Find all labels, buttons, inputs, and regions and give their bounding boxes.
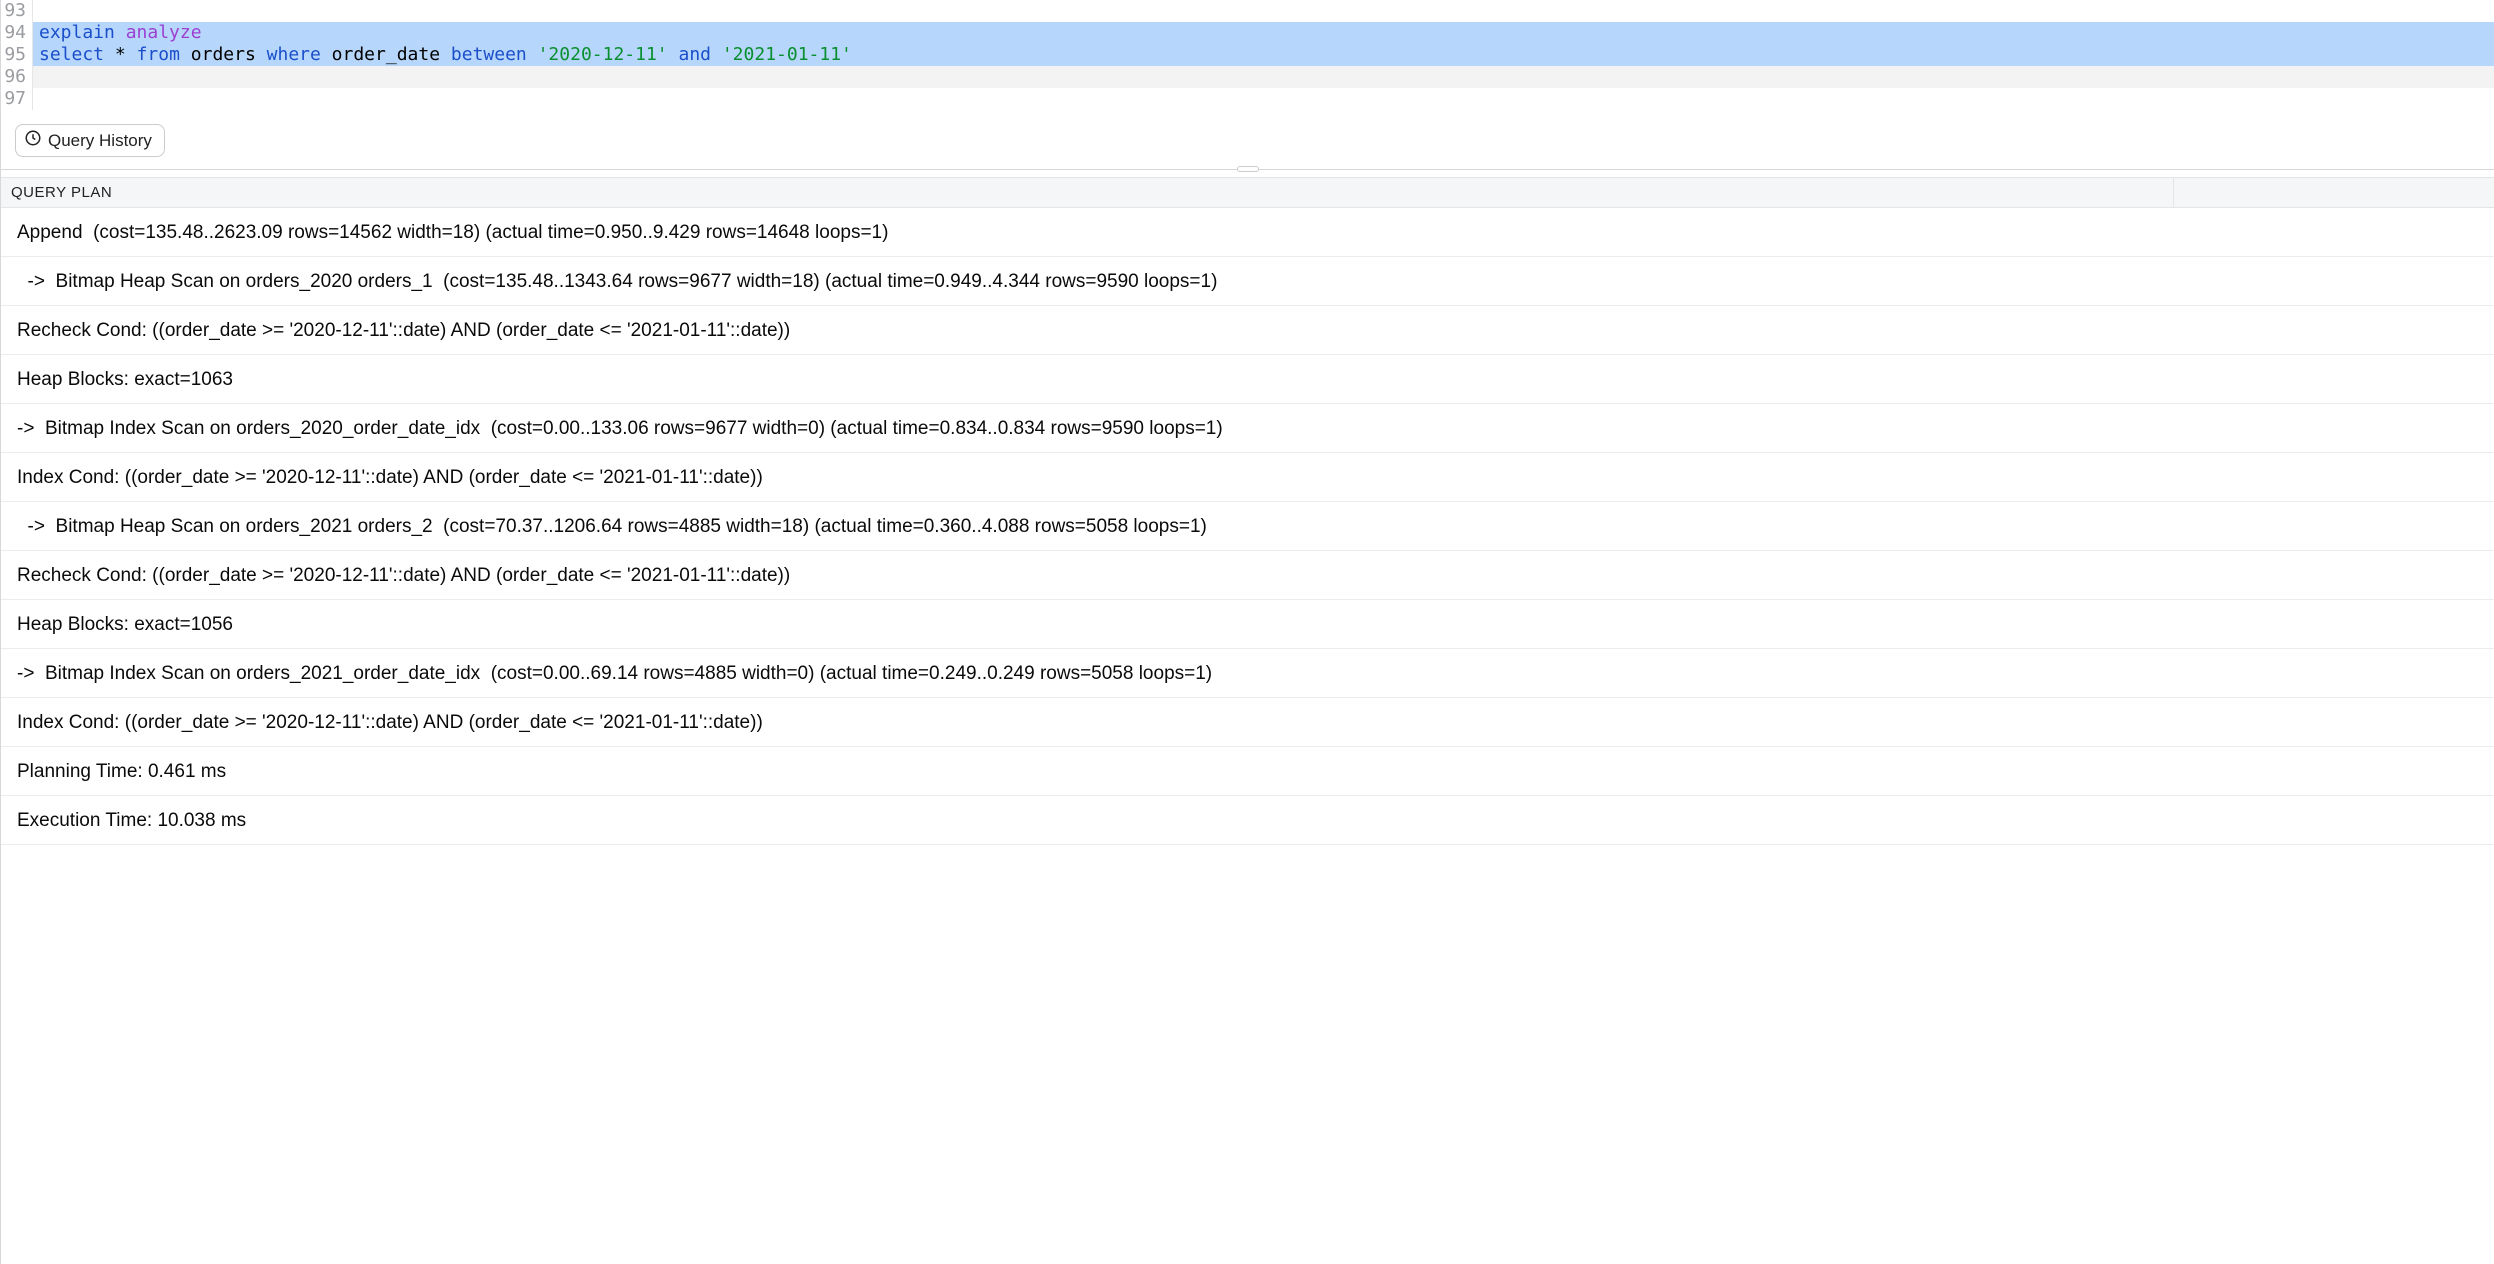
result-row[interactable]: Heap Blocks: exact=1063 <box>1 355 2494 404</box>
column-header-spacer <box>2174 178 2494 207</box>
editor-toolbar: Query History <box>1 110 2494 169</box>
results-header-row: QUERY PLAN <box>1 177 2494 208</box>
pane-divider[interactable] <box>1 169 2494 177</box>
drag-handle-icon[interactable] <box>1237 166 1259 172</box>
query-history-label: Query History <box>48 131 152 151</box>
results-body: Append (cost=135.48..2623.09 rows=14562 … <box>1 208 2494 845</box>
code-line[interactable]: select * from orders where order_date be… <box>33 44 2494 66</box>
result-row[interactable]: Heap Blocks: exact=1056 <box>1 600 2494 649</box>
result-row[interactable]: Index Cond: ((order_date >= '2020-12-11'… <box>1 453 2494 502</box>
sql-keyword: explain <box>39 22 115 43</box>
result-row[interactable]: -> Bitmap Index Scan on orders_2021_orde… <box>1 649 2494 698</box>
result-row[interactable]: -> Bitmap Index Scan on orders_2020_orde… <box>1 404 2494 453</box>
line-number: 95 <box>1 44 26 66</box>
column-header-query-plan[interactable]: QUERY PLAN <box>1 178 2174 207</box>
sql-keyword: between <box>451 44 527 65</box>
query-history-button[interactable]: Query History <box>15 124 165 157</box>
line-number: 97 <box>1 88 26 110</box>
line-gutter: 93 94 95 96 97 <box>1 0 33 110</box>
sql-identifier: orders <box>191 44 256 65</box>
clock-icon <box>24 129 42 152</box>
result-row[interactable]: Index Cond: ((order_date >= '2020-12-11'… <box>1 698 2494 747</box>
sql-string: '2021-01-11' <box>722 44 852 65</box>
sql-keyword: analyze <box>126 22 202 43</box>
sql-keyword: and <box>678 44 711 65</box>
result-row[interactable]: Planning Time: 0.461 ms <box>1 747 2494 796</box>
result-row[interactable]: Execution Time: 10.038 ms <box>1 796 2494 845</box>
sql-string: '2020-12-11' <box>538 44 668 65</box>
code-line[interactable] <box>33 0 2494 22</box>
line-number: 96 <box>1 66 26 88</box>
result-row[interactable]: -> Bitmap Heap Scan on orders_2021 order… <box>1 502 2494 551</box>
line-number: 94 <box>1 22 26 44</box>
sql-keyword: from <box>137 44 180 65</box>
result-row[interactable]: Recheck Cond: ((order_date >= '2020-12-1… <box>1 306 2494 355</box>
sql-keyword: select <box>39 44 104 65</box>
code-line[interactable] <box>33 88 2494 110</box>
line-number: 93 <box>1 0 26 22</box>
result-row[interactable]: Recheck Cond: ((order_date >= '2020-12-1… <box>1 551 2494 600</box>
result-row[interactable]: -> Bitmap Heap Scan on orders_2020 order… <box>1 257 2494 306</box>
sql-editor[interactable]: 93 94 95 96 97 explain analyze select * … <box>1 0 2494 110</box>
code-area[interactable]: explain analyze select * from orders whe… <box>33 0 2494 110</box>
sql-identifier: order_date <box>332 44 440 65</box>
code-line[interactable] <box>33 66 2494 88</box>
code-line[interactable]: explain analyze <box>33 22 2494 44</box>
sql-keyword: where <box>267 44 321 65</box>
sql-operator: * <box>115 44 126 65</box>
result-row[interactable]: Append (cost=135.48..2623.09 rows=14562 … <box>1 208 2494 257</box>
